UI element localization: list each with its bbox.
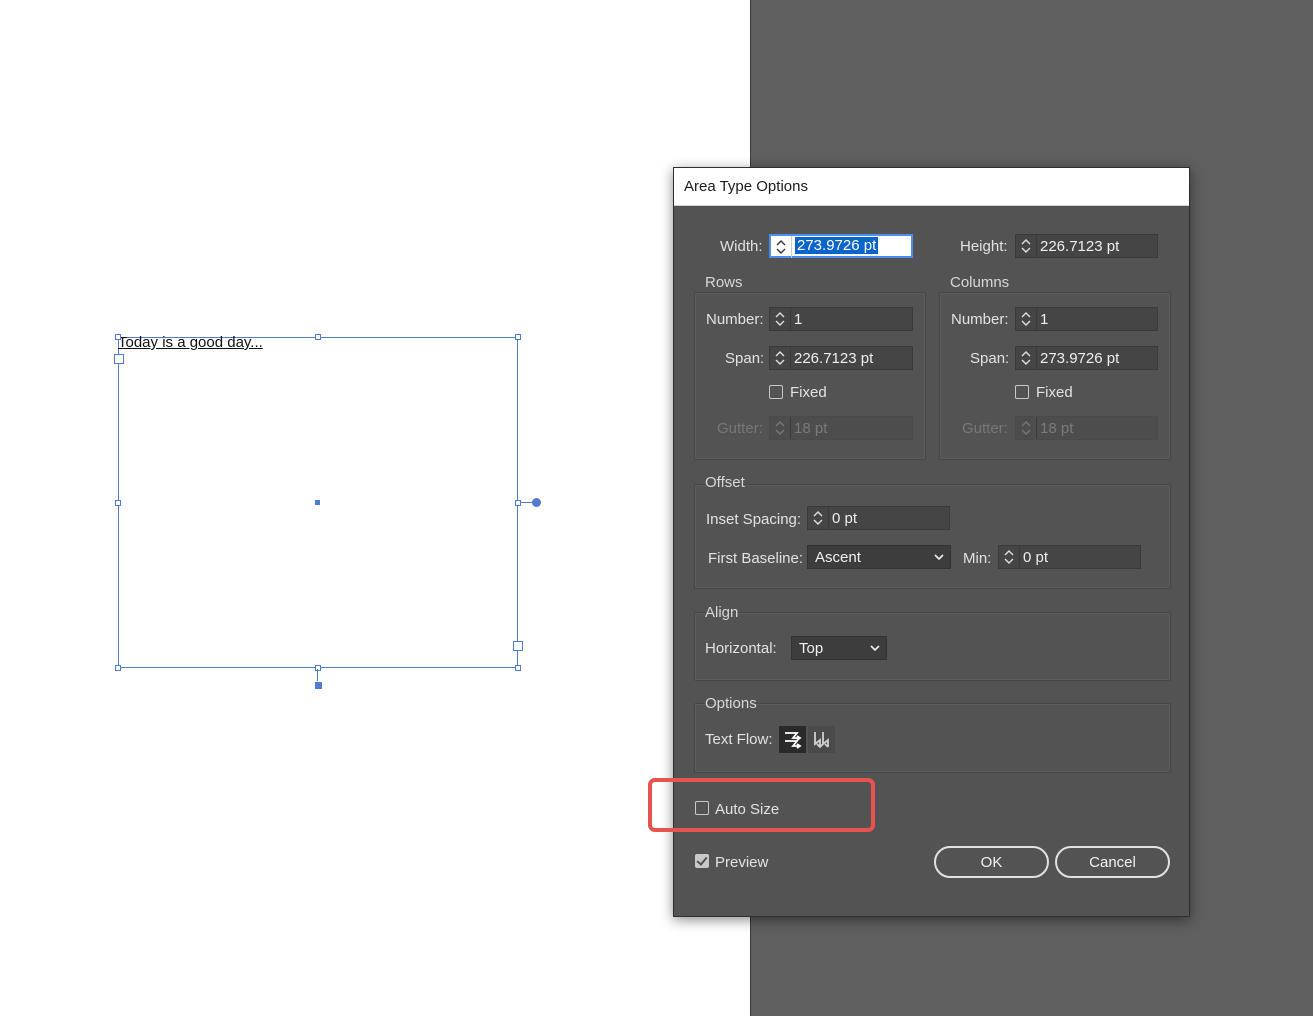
cancel-label: Cancel <box>1089 854 1136 871</box>
stepper-arrows-icon <box>1021 421 1031 435</box>
columns-gutter-field[interactable]: 18 pt <box>1015 416 1158 440</box>
stepper-arrows-icon <box>775 421 785 435</box>
handle-top-left[interactable] <box>115 334 121 340</box>
min-label: Min: <box>963 550 992 567</box>
preview-label: Preview <box>715 854 769 871</box>
column-widget-line <box>520 502 532 503</box>
inset-spacing-value: 0 pt <box>832 510 858 527</box>
row-widget-line <box>317 669 318 681</box>
horizontal-value: Top <box>799 640 824 657</box>
handle-top-right[interactable] <box>515 334 521 340</box>
rows-span-field[interactable]: 226.7123 pt <box>769 346 913 370</box>
text-flow-label: Text Flow: <box>705 731 773 748</box>
width-stepper[interactable] <box>771 236 792 258</box>
offset-title: Offset <box>705 474 745 491</box>
stepper-arrows-icon <box>1021 351 1031 365</box>
columns-span-field[interactable]: 273.9726 pt <box>1015 346 1158 370</box>
min-value: 0 pt <box>1023 549 1049 566</box>
columns-number-field[interactable]: 1 <box>1015 307 1158 331</box>
options-title: Options <box>705 695 757 712</box>
stepper-arrows-icon <box>775 312 785 326</box>
stepper-arrows-icon <box>1021 239 1031 253</box>
dialog-title: Area Type Options <box>684 178 808 195</box>
columns-fixed-label: Fixed <box>1036 384 1073 401</box>
columns-fixed-checkbox[interactable] <box>1015 385 1029 399</box>
columns-span-stepper[interactable] <box>1016 347 1037 369</box>
rows-fixed-label: Fixed <box>790 384 827 401</box>
stepper-arrows-icon <box>775 351 785 365</box>
rows-number-stepper[interactable] <box>770 308 791 330</box>
height-label: Height: <box>960 238 1008 255</box>
chevron-down-icon <box>934 554 944 561</box>
height-value: 226.7123 pt <box>1040 238 1120 255</box>
width-field[interactable]: 273.9726 pt <box>769 234 913 258</box>
stepper-arrows-icon <box>1021 312 1031 326</box>
stepper-arrows-icon <box>813 511 823 525</box>
rows-number-field[interactable]: 1 <box>769 307 913 331</box>
width-label: Width: <box>720 238 763 255</box>
rows-span-stepper[interactable] <box>770 347 791 369</box>
flow-by-rows-icon <box>785 732 802 749</box>
flow-by-columns-icon <box>814 732 829 749</box>
first-baseline-label: First Baseline: <box>708 550 804 567</box>
rows-span-label: Span: <box>725 350 765 367</box>
inset-spacing-field[interactable]: 0 pt <box>807 506 950 530</box>
columns-number-stepper[interactable] <box>1016 308 1037 330</box>
handle-bottom-right[interactable] <box>515 665 521 671</box>
rows-gutter-label: Gutter: <box>717 420 763 437</box>
rows-gutter-field[interactable]: 18 pt <box>769 416 913 440</box>
dialog-titlebar[interactable]: Area Type Options <box>674 168 1189 206</box>
height-field[interactable]: 226.7123 pt <box>1015 234 1158 258</box>
cancel-button[interactable]: Cancel <box>1055 846 1170 878</box>
columns-span-label: Span: <box>970 350 1010 367</box>
inset-spacing-label: Inset Spacing: <box>706 511 802 528</box>
ok-label: OK <box>980 854 1003 871</box>
columns-title: Columns <box>950 274 1010 291</box>
rows-fixed-checkbox[interactable] <box>769 385 783 399</box>
annotation-highlight-box <box>648 778 875 832</box>
rows-span-value: 226.7123 pt <box>794 350 874 367</box>
rows-number-value: 1 <box>794 311 803 328</box>
text-flow-by-columns-button[interactable] <box>808 726 835 753</box>
text-flow-by-rows-button[interactable] <box>779 726 806 753</box>
rows-title: Rows <box>705 274 743 291</box>
columns-span-value: 273.9726 pt <box>1040 350 1120 367</box>
columns-number-label: Number: <box>951 311 1009 328</box>
handle-middle-left[interactable] <box>115 500 121 506</box>
out-port[interactable] <box>513 641 523 651</box>
handle-top-center[interactable] <box>315 334 321 340</box>
horizontal-label: Horizontal: <box>705 640 777 657</box>
preview-checkbox[interactable] <box>695 854 709 868</box>
column-widget[interactable] <box>532 498 541 507</box>
first-baseline-value: Ascent <box>815 549 861 566</box>
width-value: 273.9726 pt <box>795 237 879 254</box>
min-field[interactable]: 0 pt <box>998 545 1141 569</box>
horizontal-select[interactable]: Top <box>791 636 887 660</box>
inset-spacing-stepper[interactable] <box>808 507 829 529</box>
min-stepper[interactable] <box>999 546 1020 568</box>
height-stepper[interactable] <box>1016 235 1037 257</box>
rows-gutter-value: 18 pt <box>794 420 828 437</box>
in-port[interactable] <box>114 354 124 364</box>
chevron-down-icon <box>870 645 880 652</box>
columns-gutter-label: Gutter: <box>962 420 1008 437</box>
handle-middle-right[interactable] <box>515 500 521 506</box>
align-title: Align <box>705 604 739 621</box>
columns-number-value: 1 <box>1040 311 1049 328</box>
stepper-arrows-icon <box>1004 550 1014 564</box>
handle-bottom-center[interactable] <box>315 665 321 671</box>
row-widget[interactable] <box>315 682 322 689</box>
stepper-arrows-icon <box>776 240 786 254</box>
columns-gutter-stepper[interactable] <box>1016 417 1037 439</box>
first-baseline-select[interactable]: Ascent <box>807 545 951 569</box>
center-point <box>315 500 320 505</box>
rows-gutter-stepper[interactable] <box>770 417 791 439</box>
handle-bottom-left[interactable] <box>115 665 121 671</box>
offset-group <box>694 484 1171 589</box>
text-frame-content[interactable]: Today is a good day... <box>118 334 263 351</box>
columns-gutter-value: 18 pt <box>1040 420 1074 437</box>
ok-button[interactable]: OK <box>934 846 1049 878</box>
rows-number-label: Number: <box>706 311 764 328</box>
